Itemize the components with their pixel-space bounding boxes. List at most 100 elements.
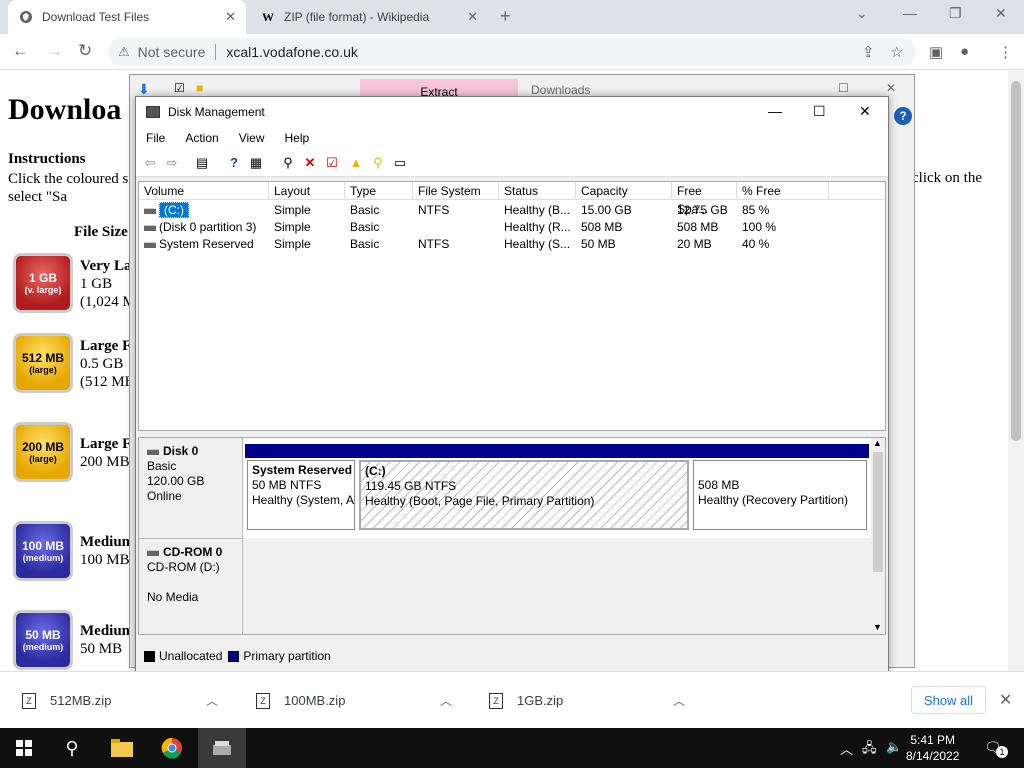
menu-help[interactable]: Help (275, 131, 320, 145)
partition-bar (357, 444, 691, 458)
show-all-button[interactable]: Show all (911, 686, 986, 714)
more-menu-icon[interactable]: ⋮ (998, 43, 1013, 61)
download-50mb-button[interactable]: 50 MB (medium) (13, 610, 73, 670)
close-icon[interactable]: ✕ (859, 103, 871, 120)
file-explorer-icon[interactable] (98, 728, 146, 768)
security-label[interactable]: Not secure (138, 44, 206, 60)
folder-icon[interactable]: ■ (196, 81, 203, 95)
clock[interactable]: 5:41 PM 8/14/2022 (906, 732, 959, 764)
column-capacity[interactable]: Capacity (576, 182, 672, 200)
cdrom-0-label[interactable]: CD-ROM 0 CD-ROM (D:) No Media (139, 538, 243, 634)
help-icon[interactable]: ? (894, 107, 912, 125)
folder-up-icon[interactable]: ▲ (348, 155, 364, 171)
column-free-space[interactable]: Free Spa... (672, 182, 737, 216)
table-row[interactable]: System Reserved Simple Basic NTFS Health… (139, 236, 885, 253)
checklist-icon[interactable]: ☑ (324, 155, 340, 171)
disk-management-taskbar-icon[interactable] (198, 728, 246, 768)
column-status[interactable]: Status (499, 182, 576, 200)
download-item[interactable]: Z 100MB.zip ︿ (256, 672, 466, 729)
network-icon[interactable]: 🖧 (862, 739, 877, 761)
disk-type: CD-ROM (D:) (147, 560, 220, 574)
maximize-icon[interactable]: ☐ (813, 103, 826, 120)
forward-icon[interactable]: ⇨ (164, 155, 180, 171)
scrollbar-thumb[interactable] (1011, 81, 1021, 441)
download-200mb-button[interactable]: 200 MB (large) (13, 422, 73, 482)
forward-icon[interactable]: → (46, 41, 63, 61)
partition-recovery[interactable]: 508 MB Healthy (Recovery Partition) (691, 444, 869, 530)
close-icon[interactable]: ✕ (999, 690, 1012, 710)
table-row[interactable]: (Disk 0 partition 3) Simple Basic Health… (139, 219, 885, 236)
tab-zip-wikipedia[interactable]: W ZIP (file format) - Wikipedia ✕ (250, 0, 488, 34)
reload-icon[interactable]: ↻ (78, 41, 92, 61)
restore-icon[interactable]: ❐ (949, 5, 962, 22)
list-view-icon[interactable]: ▭ (392, 155, 408, 171)
partition-system-reserved[interactable]: System Reserved 50 MB NTFS Healthy (Syst… (245, 444, 357, 530)
connect-icon[interactable]: ⚲ (280, 155, 296, 171)
search-icon[interactable]: ⚲ (48, 728, 96, 768)
volume-icon[interactable]: 🔈 (886, 739, 902, 755)
checklist-icon[interactable]: ☑ (174, 81, 185, 95)
column-file-system[interactable]: File System (413, 182, 499, 200)
column-percent-free[interactable]: % Free (737, 182, 829, 200)
tab-title: Download Test Files (42, 10, 150, 24)
cell-status: Healthy (B... (504, 203, 571, 217)
scrollbar-thumb[interactable] (873, 452, 883, 572)
back-icon[interactable]: ← (12, 41, 29, 61)
help-icon[interactable]: ? (226, 155, 242, 171)
show-hide-tree-icon[interactable]: ▤ (194, 155, 210, 171)
file-name: Large F (80, 338, 132, 354)
download-100mb-button[interactable]: 100 MB (medium) (13, 521, 73, 581)
chrome-icon[interactable] (148, 728, 196, 768)
share-icon[interactable]: ⇪ (862, 43, 875, 61)
chevron-up-icon[interactable]: ︿ (673, 692, 685, 709)
disk-0-label[interactable]: Disk 0 Basic 120.00 GB Online (139, 438, 243, 538)
download-item[interactable]: Z 512MB.zip ︿ (22, 672, 232, 729)
new-tab-icon[interactable]: + (500, 6, 511, 27)
zip-file-icon: Z (22, 692, 36, 709)
menu-file[interactable]: File (136, 131, 175, 145)
minimize-icon[interactable]: — (903, 5, 917, 21)
menu-view[interactable]: View (229, 131, 275, 145)
windows-start-icon[interactable] (0, 728, 48, 768)
page-scrollbar[interactable] (1008, 71, 1024, 671)
close-tab-icon[interactable]: ✕ (225, 9, 236, 25)
cell-file-system: NTFS (418, 203, 450, 217)
file-size: 200 MB (80, 454, 130, 470)
column-volume[interactable]: Volume (139, 182, 269, 200)
chevron-up-icon[interactable]: ︿ (440, 692, 452, 709)
url-text[interactable]: xcal1.vodafone.co.uk (226, 44, 358, 60)
download-item[interactable]: Z 1GB.zip ︿ (489, 672, 699, 729)
search-folder-icon[interactable]: ⚲ (370, 155, 386, 171)
chevron-down-icon[interactable]: ⌄ (856, 5, 868, 22)
tab-download-test-files[interactable]: Download Test Files ✕ (8, 0, 246, 34)
chevron-up-icon[interactable]: ︿ (206, 692, 218, 709)
profile-icon[interactable]: ● (960, 43, 969, 60)
delete-icon[interactable]: ✕ (302, 155, 318, 171)
minimize-icon[interactable]: — (768, 103, 782, 119)
disk-pane-scrollbar[interactable]: ▲ ▼ (871, 438, 885, 634)
warning-icon[interactable]: ⚠ (118, 44, 130, 60)
column-layout[interactable]: Layout (269, 182, 345, 200)
cell-file-system (413, 219, 499, 236)
disk-name: CD-ROM 0 (163, 545, 223, 559)
partition-c-drive[interactable]: (C:) 119.45 GB NTFS Healthy (Boot, Page … (357, 444, 691, 530)
side-panel-icon[interactable]: ▣ (929, 43, 943, 61)
table-row[interactable]: (C:) Simple Basic NTFS Healthy (B... 15.… (139, 202, 885, 219)
scroll-up-icon[interactable]: ▲ (873, 438, 882, 448)
scroll-down-icon[interactable]: ▼ (873, 622, 882, 632)
close-tab-icon[interactable]: ✕ (467, 9, 478, 25)
download-512mb-button[interactable]: 512 MB (large) (13, 333, 73, 393)
bookmark-star-icon[interactable]: ☆ (890, 43, 903, 61)
column-type[interactable]: Type (345, 182, 413, 200)
disk-name: Disk 0 (163, 444, 199, 458)
address-bar[interactable]: ⚠ Not secure xcal1.vodafone.co.uk (108, 38, 916, 66)
properties-icon[interactable]: ▦ (248, 155, 264, 171)
close-icon[interactable]: ✕ (886, 81, 896, 95)
maximize-icon[interactable]: ☐ (838, 81, 849, 95)
download-1gb-button[interactable]: 1 GB (v. large) (13, 253, 73, 313)
menu-action[interactable]: Action (175, 131, 228, 145)
close-window-icon[interactable]: ✕ (995, 5, 1007, 22)
divider (215, 44, 217, 60)
back-icon[interactable]: ⇦ (142, 155, 158, 171)
chevron-up-icon[interactable]: ︿ (840, 739, 853, 758)
